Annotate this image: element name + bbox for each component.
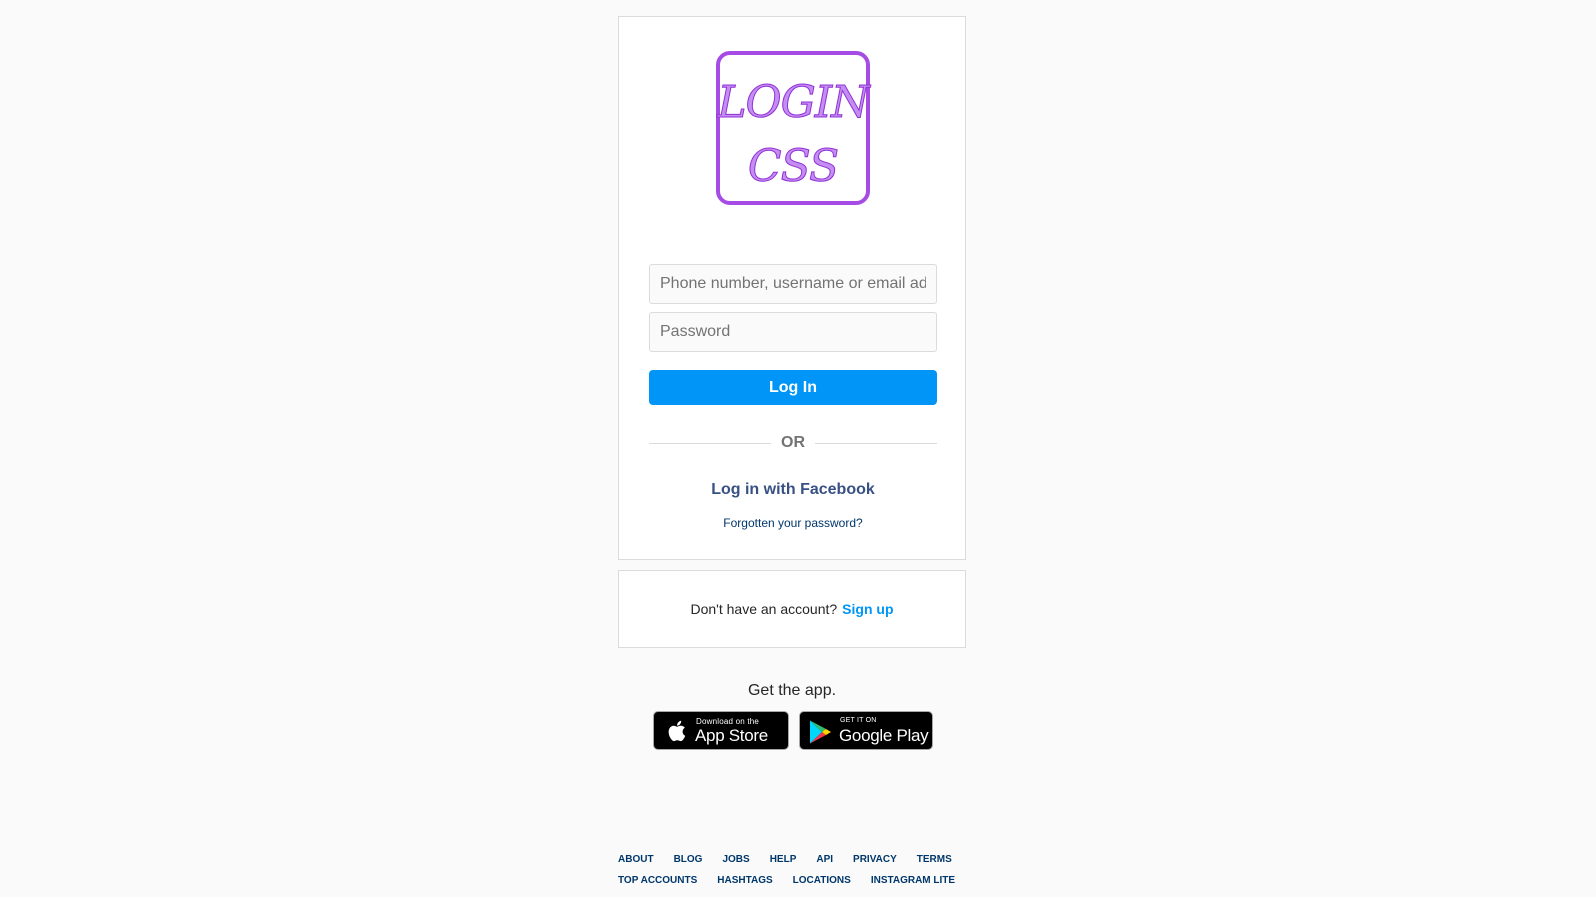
google-play-small-text: GET IT ON <box>840 717 877 724</box>
divider-line-left <box>649 442 771 444</box>
footer-link-hashtags[interactable]: HASHTAGS <box>717 875 772 896</box>
app-store-small-text: Download on the <box>696 717 760 726</box>
facebook-login-link[interactable]: Log in with Facebook <box>619 481 967 499</box>
page: LOGIN CSS Log In OR Log in with Facebook… <box>0 0 1596 897</box>
footer-link-blog[interactable]: BLOG <box>674 854 703 875</box>
or-divider: OR <box>649 433 937 453</box>
signup-card: Don't have an account? Sign up <box>618 570 966 648</box>
footer-link-locations[interactable]: LOCATIONS <box>793 875 851 896</box>
signup-link[interactable]: Sign up <box>842 601 893 617</box>
logo-image: LOGIN CSS <box>716 51 872 205</box>
footer-link-instagram-lite[interactable]: INSTAGRAM LITE <box>871 875 955 896</box>
footer-link-api[interactable]: API <box>816 854 833 875</box>
login-button[interactable]: Log In <box>649 370 937 405</box>
footer: ABOUT BLOG JOBS HELP API PRIVACY TERMS T… <box>618 854 966 896</box>
google-play-icon <box>808 719 834 750</box>
footer-link-terms[interactable]: TERMS <box>917 854 952 875</box>
divider-line-right <box>815 442 937 444</box>
signup-prompt: Don't have an account? <box>690 601 838 617</box>
footer-row-2: TOP ACCOUNTS HASHTAGS LOCATIONS INSTAGRA… <box>618 875 966 896</box>
app-store-badge[interactable]: Download on the App Store <box>653 711 789 750</box>
login-card: LOGIN CSS Log In OR Log in with Facebook… <box>618 16 966 560</box>
app-badges: Download on the App Store GET IT ON Goog… <box>653 711 933 751</box>
or-label: OR <box>781 434 805 451</box>
footer-link-about[interactable]: ABOUT <box>618 854 654 875</box>
password-input[interactable] <box>649 312 937 352</box>
username-input[interactable] <box>649 264 937 304</box>
footer-link-help[interactable]: HELP <box>770 854 797 875</box>
app-store-big-text: App Store <box>695 726 768 745</box>
footer-link-top-accounts[interactable]: TOP ACCOUNTS <box>618 875 697 896</box>
apple-icon <box>665 719 687 748</box>
login-css-logo: LOGIN CSS <box>714 49 872 207</box>
footer-link-jobs[interactable]: JOBS <box>722 854 749 875</box>
logo-text-line2: CSS <box>748 141 838 192</box>
get-app-heading: Get the app. <box>747 682 837 699</box>
logo-text-line1: LOGIN <box>716 77 871 128</box>
forgot-password-link[interactable]: Forgotten your password? <box>619 516 967 530</box>
google-play-badge[interactable]: GET IT ON Google Play <box>799 711 933 750</box>
google-play-big-text: Google Play <box>839 726 929 745</box>
footer-link-privacy[interactable]: PRIVACY <box>853 854 897 875</box>
footer-row-1: ABOUT BLOG JOBS HELP API PRIVACY TERMS <box>618 854 966 875</box>
